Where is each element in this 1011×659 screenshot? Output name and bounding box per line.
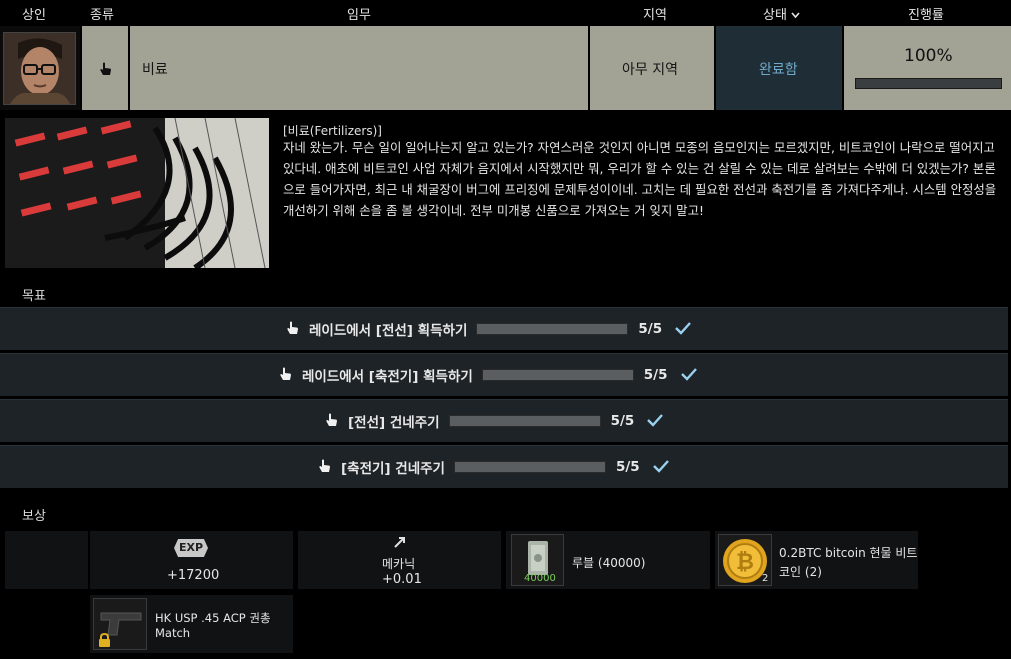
hand-pointer-icon — [99, 61, 112, 80]
objective-progress-bar — [448, 415, 601, 427]
objective-progress-bar — [453, 461, 606, 473]
svg-text:₿: ₿ — [736, 550, 754, 575]
header-type: 종류 — [90, 8, 114, 23]
roubles-slot[interactable]: 40000 — [511, 534, 564, 586]
objective-count: 5/5 — [615, 459, 640, 475]
exp-badge-text: EXP — [179, 541, 204, 554]
skill-arrow-icon — [393, 534, 407, 553]
progress-text: 100% — [904, 46, 953, 66]
reward-bitcoin[interactable]: ₿ 2 0.2BTC bitcoin 현물 비트 코인 (2) — [715, 531, 918, 589]
progress-bar — [855, 78, 1002, 89]
check-icon — [674, 320, 692, 339]
pistol-label-line1: HK USP .45 ACP 권총 — [155, 611, 271, 625]
pistol-slot[interactable] — [93, 598, 147, 650]
objective-progress-fill — [449, 416, 600, 426]
header-progress: 진행률 — [908, 8, 944, 23]
bitcoin-slot-count: 2 — [762, 573, 769, 584]
reward-roubles[interactable]: 40000 루블 (40000) — [506, 531, 710, 589]
exp-badge-icon: EXP — [174, 539, 208, 557]
bitcoin-label-line1: 0.2BTC bitcoin 현물 비트 — [779, 546, 918, 560]
quest-name: 비료 — [142, 62, 168, 78]
hand-pointer-icon — [286, 320, 299, 339]
type-cell — [82, 26, 128, 110]
roubles-label: 루블 (40000) — [572, 556, 646, 570]
check-icon — [646, 412, 664, 431]
skill-name: 메카닉 — [382, 557, 416, 571]
chevron-down-icon — [791, 8, 800, 23]
roubles-slot-count: 40000 — [524, 573, 556, 584]
quest-row[interactable]: 비료 아무 지역 완료함 100% — [0, 26, 1011, 110]
table-header: 상인 종류 임무 지역 상태 진행률 — [0, 0, 1011, 26]
objective-row: 레이드에서 [축전기] 획득하기 5/5 — [0, 353, 1008, 396]
reward-skill[interactable]: 메카닉 +0.01 — [298, 531, 501, 589]
quest-status: 완료함 — [759, 62, 798, 78]
objective-label: 레이드에서 [전선] 획득하기 — [309, 323, 468, 339]
objective-label: 레이드에서 [축전기] 획득하기 — [302, 369, 473, 385]
header-quest: 임무 — [347, 8, 371, 23]
objective-progress-bar — [476, 323, 629, 335]
objective-row: [축전기] 건네주기 5/5 — [0, 445, 1008, 488]
header-trader: 상인 — [22, 8, 46, 23]
header-region: 지역 — [643, 8, 667, 23]
objective-row: 레이드에서 [전선] 획득하기 5/5 — [0, 307, 1008, 350]
quest-region: 아무 지역 — [622, 62, 678, 78]
objective-count: 5/5 — [643, 367, 668, 383]
trader-cell — [0, 26, 80, 110]
quest-image — [5, 118, 269, 268]
reward-exp[interactable]: EXP +17200 — [90, 531, 293, 589]
pistol-label-line2: Match — [155, 626, 191, 640]
bitcoin-slot[interactable]: ₿ 2 — [718, 534, 772, 586]
header-status[interactable]: 상태 — [763, 4, 800, 23]
objective-label: [축전기] 건네주기 — [341, 461, 445, 477]
lock-icon — [98, 632, 111, 652]
hand-pointer-icon — [318, 458, 331, 477]
reward-pistol[interactable]: HK USP .45 ACP 권총 Match — [90, 595, 293, 653]
reward-spacer — [5, 531, 88, 589]
briefing-text: 자네 왔는가. 무슨 일이 일어나는지 알고 있는가? 자연스러운 것인지 아니… — [283, 140, 997, 218]
check-icon — [680, 366, 698, 385]
objective-label: [전선] 건네주기 — [348, 415, 440, 431]
objective-row: [전선] 건네주기 5/5 — [0, 399, 1008, 442]
objective-progress-fill — [477, 324, 628, 334]
skill-value: +0.01 — [382, 572, 422, 587]
trader-portrait — [3, 32, 76, 105]
objective-progress-fill — [454, 462, 605, 472]
quest-name-cell[interactable]: 비료 — [130, 26, 588, 110]
rewards-label: 보상 — [22, 509, 46, 524]
progress-cell: 100% — [844, 26, 1011, 110]
objectives-label: 목표 — [22, 289, 46, 304]
hand-pointer-icon — [279, 366, 292, 385]
objective-progress-bar — [481, 369, 634, 381]
header-status-label: 상태 — [763, 8, 787, 23]
exp-value: +17200 — [167, 568, 220, 583]
progress-bar-fill — [856, 79, 1001, 88]
region-cell: 아무 지역 — [590, 26, 714, 110]
bitcoin-label-line2: 코인 (2) — [779, 565, 822, 579]
objective-count: 5/5 — [638, 321, 663, 337]
check-icon — [652, 458, 670, 477]
hand-pointer-icon — [325, 412, 338, 431]
status-cell: 완료함 — [716, 26, 842, 110]
objective-progress-fill — [482, 370, 633, 380]
objective-count: 5/5 — [610, 413, 635, 429]
